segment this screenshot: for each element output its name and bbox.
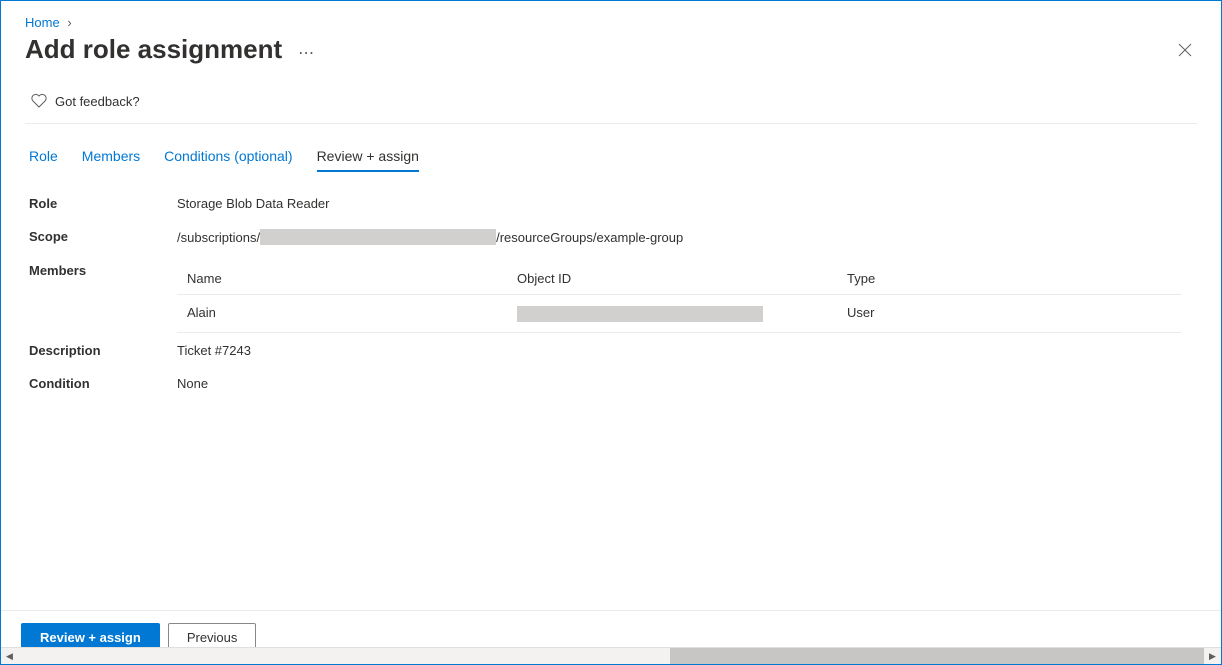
table-row: Alain User [177,295,1181,333]
tab-conditions[interactable]: Conditions (optional) [164,142,292,172]
tab-role[interactable]: Role [29,142,58,172]
tabs: Role Members Conditions (optional) Revie… [25,142,1197,172]
description-value: Ticket #7243 [177,343,251,358]
role-label: Role [29,196,177,211]
close-button[interactable] [1173,38,1197,62]
breadcrumb: Home › [25,15,1197,30]
scope-prefix: /subscriptions/ [177,230,260,245]
scope-suffix: /resourceGroups/example-group [496,230,683,245]
column-header-name[interactable]: Name [187,271,517,286]
column-header-type[interactable]: Type [847,271,1171,286]
member-name-cell: Alain [187,305,517,322]
feedback-label: Got feedback? [55,94,140,109]
scroll-right-arrow-icon[interactable]: ▶ [1204,648,1221,665]
member-type-cell: User [847,305,1171,322]
role-value: Storage Blob Data Reader [177,196,329,211]
horizontal-scrollbar[interactable]: ◀ ▶ [1,647,1221,664]
page-title: Add role assignment [25,34,282,65]
description-label: Description [29,343,177,358]
heart-icon [31,93,47,109]
chevron-right-icon: › [67,15,71,30]
scrollbar-track[interactable] [18,648,1204,664]
members-label: Members [29,263,177,278]
condition-value: None [177,376,208,391]
table-header-row: Name Object ID Type [177,263,1181,295]
scope-label: Scope [29,229,177,244]
more-icon[interactable]: ⋯ [298,37,315,63]
breadcrumb-home-link[interactable]: Home [25,15,60,30]
scrollbar-thumb[interactable] [670,648,1204,664]
column-header-object-id[interactable]: Object ID [517,271,847,286]
feedback-button[interactable]: Got feedback? [25,85,1197,124]
scroll-left-arrow-icon[interactable]: ◀ [1,648,18,665]
close-icon [1178,43,1192,57]
tab-review-assign[interactable]: Review + assign [317,142,419,172]
member-objectid-cell [517,305,847,322]
scope-value: /subscriptions/ /resourceGroups/example-… [177,229,683,245]
members-table: Name Object ID Type Alain User [177,263,1181,333]
condition-label: Condition [29,376,177,391]
tab-members[interactable]: Members [82,142,140,172]
redacted-subscription-id [260,229,496,245]
redacted-object-id [517,306,763,322]
